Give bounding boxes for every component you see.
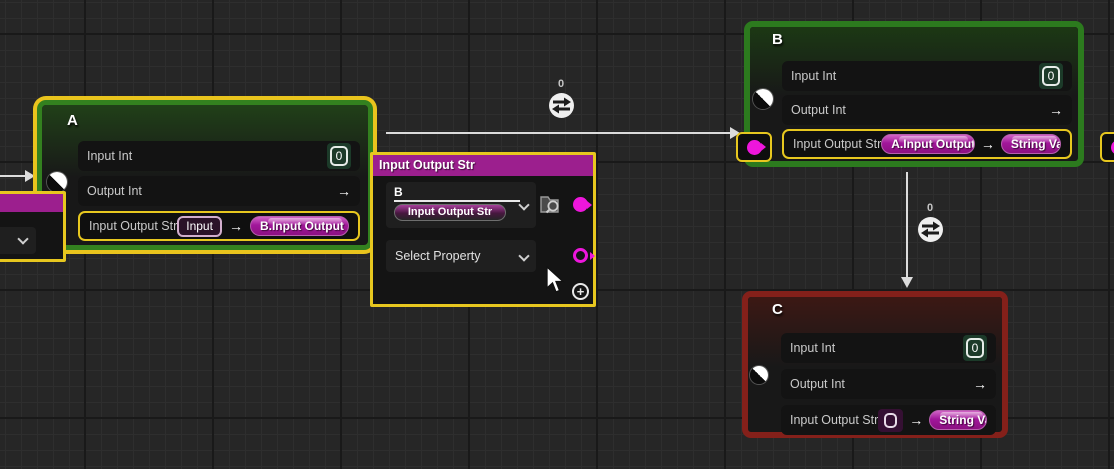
- node-c-rows: Input Int 0 Output Int → Input Output St…: [781, 333, 996, 435]
- string-pin-icon[interactable]: [573, 197, 588, 212]
- pin-row-input-int[interactable]: Input Int 0: [782, 61, 1072, 91]
- int-value: 0: [966, 338, 984, 358]
- input-binding-pill[interactable]: Input: [177, 216, 222, 237]
- int-value: 0: [1042, 66, 1060, 86]
- string-pin-outline-icon[interactable]: [573, 248, 588, 263]
- pin-row-input-int[interactable]: Input Int 0: [78, 141, 360, 171]
- contrast-icon: [750, 366, 768, 384]
- panel-header[interactable]: [0, 194, 63, 212]
- wire-arrowhead: [901, 277, 913, 288]
- output-binding-pill[interactable]: String Var: [929, 410, 987, 430]
- pin-label: Input Output Str: [793, 137, 881, 151]
- target-name: B: [394, 185, 528, 199]
- int-value-box[interactable]: 0: [327, 143, 351, 169]
- output-binding-pill[interactable]: String Var: [1001, 134, 1061, 154]
- pin-label: Input Int: [791, 69, 836, 83]
- chevron-down-icon[interactable]: [17, 233, 28, 244]
- int-value: 0: [330, 146, 348, 166]
- contrast-icon: [753, 89, 773, 109]
- node-b-output-pin[interactable]: [1100, 132, 1114, 162]
- pin-label: Input Int: [87, 149, 132, 163]
- node-b[interactable]: B Input Int 0 Output Int → Input Output …: [744, 21, 1084, 167]
- pin-label: Input Int: [790, 341, 835, 355]
- browse-asset-icon[interactable]: [537, 191, 563, 217]
- reroute-node-2[interactable]: 0: [910, 202, 950, 243]
- swap-arrows-icon[interactable]: [917, 216, 944, 243]
- output-arrow-icon: →: [1049, 102, 1063, 118]
- target-binding-combo[interactable]: B Input Output Str: [386, 182, 536, 228]
- binding-arrow-icon: →: [909, 412, 923, 428]
- empty-binding-inner: [884, 413, 897, 428]
- underline: [394, 200, 520, 202]
- input-binding-pill[interactable]: A.Input Output Str: [881, 134, 975, 154]
- pin-row-output-int[interactable]: Output Int →: [781, 369, 996, 399]
- dropdown[interactable]: [0, 227, 36, 254]
- int-value-box[interactable]: 0: [963, 335, 987, 361]
- pin-label: Input Output Str: [89, 219, 177, 233]
- pin-row-input-int[interactable]: Input Int 0: [781, 333, 996, 363]
- string-pin-icon[interactable]: [747, 140, 762, 155]
- output-arrow-icon: →: [973, 376, 987, 392]
- pin-row-input-output-str[interactable]: Input Output Str → String Var: [781, 405, 996, 435]
- reroute-node-1[interactable]: 0: [541, 78, 581, 119]
- pin-label: Input Output Str: [790, 413, 878, 427]
- panel-header[interactable]: Input Output Str: [373, 155, 593, 176]
- chevron-down-icon[interactable]: [518, 250, 529, 261]
- add-pin-icon[interactable]: +: [572, 283, 589, 300]
- empty-binding-box[interactable]: [878, 409, 903, 432]
- node-b-title: B: [772, 31, 1100, 48]
- function-binding-pill[interactable]: Input Output Str: [394, 204, 506, 221]
- pin-label: Output Int: [87, 184, 142, 198]
- node-b-input-pin[interactable]: [736, 132, 772, 162]
- pin-row-input-output-str[interactable]: Input Output Str A.Input Output Str → St…: [782, 129, 1072, 159]
- property-access-panel-partial[interactable]: [0, 191, 66, 262]
- pin-label: Output Int: [790, 377, 845, 391]
- select-property-dropdown[interactable]: Select Property: [386, 240, 536, 272]
- node-a-title: A: [67, 112, 393, 129]
- node-c[interactable]: C Input Int 0 Output Int → Input Output …: [742, 291, 1008, 438]
- graph-canvas[interactable]: A Input Int 0 Output Int → Input Output …: [0, 0, 1114, 469]
- output-binding-pill[interactable]: B.Input Output Str: [250, 216, 349, 236]
- binding-arrow-icon: →: [229, 218, 243, 234]
- pin-row-output-int[interactable]: Output Int →: [782, 95, 1072, 125]
- chevron-down-icon[interactable]: [518, 199, 529, 210]
- mouse-cursor: [545, 266, 567, 296]
- binding-arrow-icon: →: [981, 136, 995, 152]
- node-b-rows: Input Int 0 Output Int → Input Output St…: [782, 61, 1072, 159]
- int-value-box[interactable]: 0: [1039, 63, 1063, 89]
- pin-label: Output Int: [791, 103, 846, 117]
- node-a-rows: Input Int 0 Output Int → Input Output St…: [78, 141, 360, 241]
- swap-arrows-icon[interactable]: [548, 92, 575, 119]
- data-count-label: 0: [910, 202, 950, 214]
- data-count-label: 0: [541, 78, 581, 90]
- pin-row-input-output-str[interactable]: Input Output Str Input → B.Input Output …: [78, 211, 360, 241]
- wire-arrowhead: [25, 170, 35, 182]
- node-a[interactable]: A Input Int 0 Output Int → Input Output …: [37, 100, 373, 250]
- contrast-icon: [47, 172, 67, 192]
- node-c-title: C: [772, 301, 1026, 318]
- pin-row-output-int[interactable]: Output Int →: [78, 176, 360, 206]
- output-arrow-icon: →: [337, 183, 351, 199]
- select-property-label: Select Property: [395, 249, 480, 263]
